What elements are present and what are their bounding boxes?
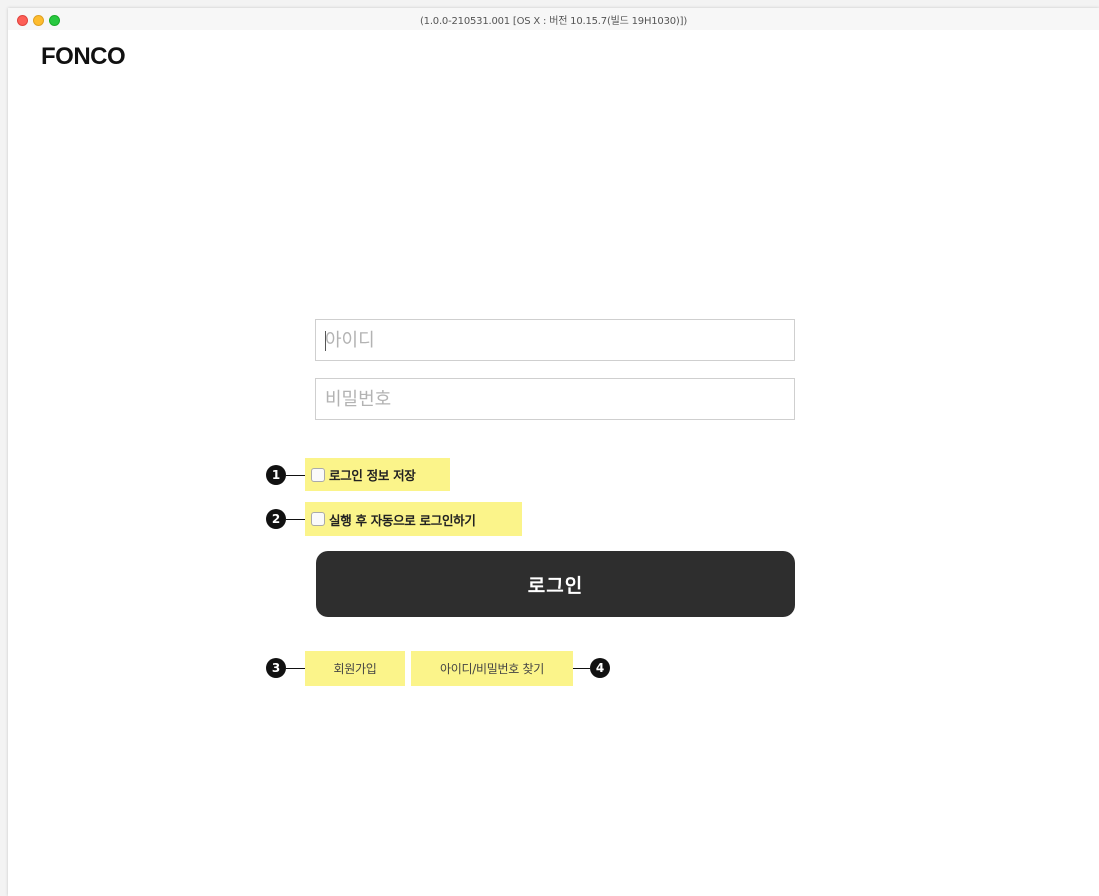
auto-login-option[interactable]: 실행 후 자동으로 로그인하기: [305, 502, 522, 536]
window-title: (1.0.0-210531.001 [OS X : 버전 10.15.7(빌드 …: [419, 16, 688, 27]
auto-login-checkbox[interactable]: [311, 512, 325, 526]
app-logo: FONCO: [41, 43, 126, 70]
callout-badge-3: 3: [266, 658, 286, 678]
save-login-option[interactable]: 로그인 정보 저장: [305, 458, 450, 491]
signup-link[interactable]: 회원가입: [305, 651, 405, 686]
callout-line-4: [573, 668, 590, 669]
callout-badge-2: 2: [266, 509, 286, 529]
callout-badge-1: 1: [266, 465, 286, 485]
id-input[interactable]: [315, 319, 795, 361]
auto-login-label: 실행 후 자동으로 로그인하기: [329, 512, 476, 528]
title-bar: (1.0.0-210531.001 [OS X : 버전 10.15.7(빌드 …: [8, 8, 1099, 30]
password-input[interactable]: [315, 378, 795, 420]
save-login-label: 로그인 정보 저장: [329, 468, 416, 483]
callout-line-3: [286, 668, 305, 669]
text-cursor: [325, 331, 326, 351]
callout-badge-4: 4: [590, 658, 610, 678]
login-button[interactable]: 로그인: [316, 551, 795, 617]
save-login-checkbox[interactable]: [311, 467, 325, 482]
app-window: (1.0.0-210531.001 [OS X : 버전 10.15.7(빌드 …: [8, 8, 1099, 896]
find-account-link[interactable]: 아이디/비밀번호 찾기: [411, 651, 573, 686]
callout-line-2: [286, 519, 305, 520]
callout-line-1: [286, 475, 305, 476]
